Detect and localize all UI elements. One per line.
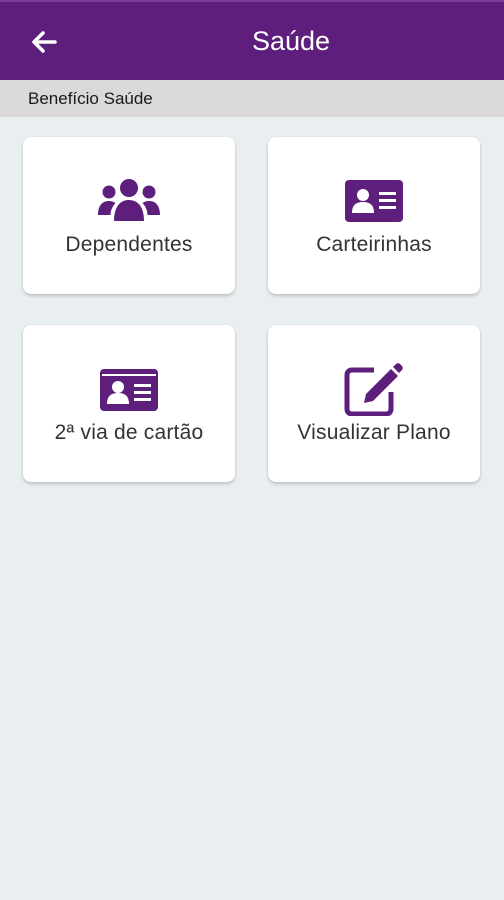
app-bar: Saúde xyxy=(0,0,504,80)
section-label: Benefício Saúde xyxy=(28,88,153,108)
card-label: 2ª via de cartão xyxy=(54,421,204,444)
users-group-icon xyxy=(98,179,160,221)
card-label: Visualizar Plano xyxy=(297,421,451,444)
card-carteirinhas[interactable]: Carteirinhas xyxy=(268,137,480,294)
section-header: Benefício Saúde xyxy=(0,80,504,117)
card-label: Dependentes xyxy=(65,233,193,256)
edit-icon xyxy=(344,363,403,416)
page-title: Saúde xyxy=(251,25,331,56)
id-card-icon xyxy=(100,369,158,411)
id-card-icon xyxy=(345,180,403,222)
card-dependentes[interactable]: Dependentes xyxy=(23,137,235,294)
card-segunda-via[interactable]: 2ª via de cartão xyxy=(23,325,235,482)
card-label: Carteirinhas xyxy=(316,233,432,256)
card-visualizar-plano[interactable]: Visualizar Plano xyxy=(268,325,480,482)
